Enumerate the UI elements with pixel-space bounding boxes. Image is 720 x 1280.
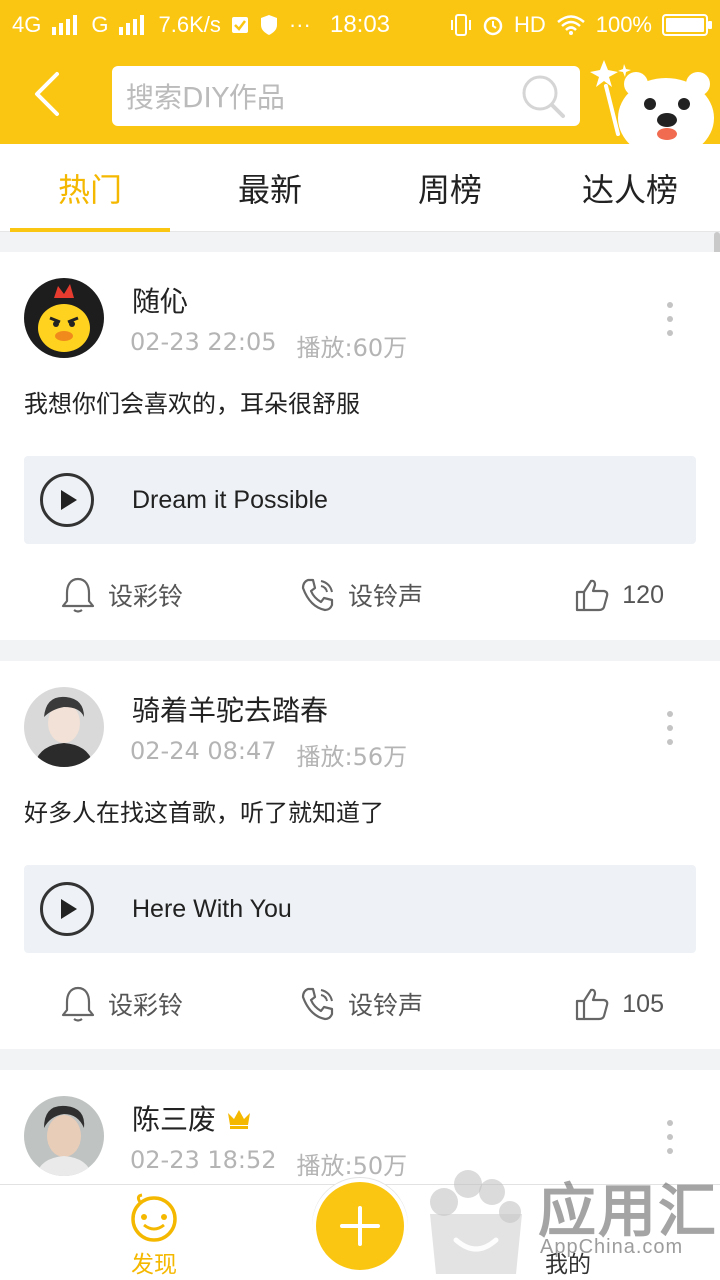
header: 搜索DIY作品 <box>0 50 720 144</box>
thumbs-up-icon <box>576 988 609 1021</box>
plus-icon <box>340 1206 380 1246</box>
avatar[interactable] <box>24 1096 104 1176</box>
username[interactable]: 陈三废 <box>132 1098 252 1138</box>
chevron-left-icon <box>35 72 59 116</box>
user-photo-icon <box>24 687 104 767</box>
play-count: 播放:56万 <box>296 743 408 771</box>
post-card: 骑着羊驼去踏春 02-24 08:47 播放:56万 好多人在找这首歌，听了就知… <box>0 661 720 1049</box>
bell-icon <box>61 986 95 1022</box>
post-date: 02-24 08:47 <box>130 737 277 765</box>
vibrate-icon <box>450 14 471 36</box>
post-card: 随伈 02-23 22:05 播放:60万 我想你们会喜欢的，耳朵很舒服 Dre… <box>0 252 720 640</box>
set-ringtone-button[interactable]: 设铃声 <box>300 979 423 1029</box>
back-button[interactable] <box>22 64 70 124</box>
network-label: 4G <box>12 12 42 37</box>
set-ringtone-label: 设铃声 <box>348 991 424 1020</box>
more-options-icon[interactable] <box>660 1120 680 1154</box>
create-button[interactable] <box>312 1178 408 1274</box>
like-count: 120 <box>622 580 664 609</box>
signal-icon <box>52 15 78 35</box>
post-meta: 02-23 22:05 播放:60万 <box>130 328 407 363</box>
chick-avatar-icon <box>24 278 104 358</box>
post-text: 好多人在找这首歌，听了就知道了 <box>24 799 384 827</box>
song-player[interactable]: Here With You <box>24 865 696 953</box>
nav-mine[interactable]: 我的 <box>530 1193 606 1279</box>
more-dots-icon: ··· <box>288 12 311 37</box>
post-actions: 设彩铃 设铃声 120 <box>0 570 720 620</box>
network2-label: G <box>91 12 109 37</box>
post-card: 陈三废 02-23 18:52 播放:50万 <box>0 1070 720 1190</box>
search-icon[interactable] <box>520 73 566 119</box>
speed-label: 7.6K/s <box>158 12 221 37</box>
tab-hot[interactable]: 热门 <box>0 144 180 232</box>
mascot-icon[interactable] <box>588 56 720 144</box>
post-meta: 02-24 08:47 播放:56万 <box>130 737 407 772</box>
discover-face-icon <box>131 1193 177 1242</box>
clock: 18:03 <box>329 11 391 38</box>
signal-icon-2 <box>119 15 145 35</box>
status-bar: 4G G 7.6K/s ··· 18:03 HD 100% <box>0 0 720 50</box>
wifi-icon <box>556 15 585 35</box>
like-count: 105 <box>622 989 664 1018</box>
search-input[interactable]: 搜索DIY作品 <box>112 66 580 126</box>
play-count: 播放:60万 <box>296 334 408 362</box>
username[interactable]: 骑着羊驼去踏春 <box>132 689 328 729</box>
set-ringtone-button[interactable]: 设铃声 <box>300 570 423 620</box>
post-meta: 02-23 18:52 播放:50万 <box>130 1146 407 1181</box>
check-icon <box>231 17 248 33</box>
like-button[interactable]: 105 <box>574 979 664 1029</box>
tab-weekly[interactable]: 周榜 <box>360 144 540 232</box>
battery-label: 100% <box>595 12 652 37</box>
shield-icon <box>260 15 277 35</box>
play-icon[interactable] <box>40 882 94 936</box>
tab-experts[interactable]: 达人榜 <box>540 144 720 232</box>
tab-bar: 热门 最新 周榜 达人榜 <box>0 144 720 232</box>
post-date: 02-23 18:52 <box>130 1146 277 1174</box>
crown-icon <box>228 1110 251 1129</box>
nav-discover[interactable]: 发现 <box>116 1193 192 1279</box>
phone-icon <box>301 578 334 612</box>
more-options-icon[interactable] <box>660 302 680 336</box>
post-date: 02-23 22:05 <box>130 328 277 356</box>
post-actions: 设彩铃 设铃声 105 <box>0 979 720 1029</box>
song-title: Here With You <box>132 894 292 923</box>
set-ringback-label: 设彩铃 <box>108 582 184 611</box>
hd-label: HD <box>513 12 546 37</box>
avatar[interactable] <box>24 278 104 358</box>
set-ringtone-label: 设铃声 <box>348 582 424 611</box>
nav-mine-label: 我的 <box>545 1252 591 1278</box>
more-options-icon[interactable] <box>660 711 680 745</box>
bell-icon <box>61 577 95 613</box>
play-count: 播放:50万 <box>296 1152 408 1180</box>
search-placeholder: 搜索DIY作品 <box>126 81 285 114</box>
thumbs-up-icon <box>576 579 609 612</box>
alarm-icon <box>483 16 503 36</box>
like-button[interactable]: 120 <box>574 570 664 620</box>
avatar[interactable] <box>24 687 104 767</box>
set-ringback-button[interactable]: 设彩铃 <box>60 570 183 620</box>
user-photo-icon <box>24 1096 104 1176</box>
song-title: Dream it Possible <box>132 485 328 514</box>
play-icon[interactable] <box>40 473 94 527</box>
username[interactable]: 随伈 <box>132 280 188 320</box>
phone-icon <box>301 987 334 1021</box>
tab-latest[interactable]: 最新 <box>180 144 360 232</box>
nav-discover-label: 发现 <box>131 1252 177 1278</box>
set-ringback-label: 设彩铃 <box>108 991 184 1020</box>
battery-icon <box>662 14 712 36</box>
set-ringback-button[interactable]: 设彩铃 <box>60 979 183 1029</box>
song-player[interactable]: Dream it Possible <box>24 456 696 544</box>
post-text: 我想你们会喜欢的，耳朵很舒服 <box>24 390 360 418</box>
